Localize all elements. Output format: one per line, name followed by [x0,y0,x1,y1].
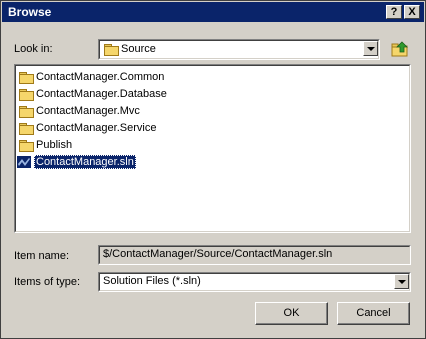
look-in-label: Look in: [14,43,53,55]
chevron-down-icon[interactable] [363,41,378,56]
file-list[interactable]: ContactManager.Common ContactManager.Dat… [14,64,411,233]
list-item-label: ContactManager.sln [34,155,136,169]
items-of-type-dropdown[interactable]: Solution Files (*.sln) [98,272,411,292]
folder-icon [19,89,34,101]
look-in-value: Source [121,43,156,55]
list-item-label: Publish [36,139,73,151]
folder-icon [19,72,34,84]
list-item-label: ContactManager.Mvc [36,105,140,117]
solution-file-icon [17,156,31,168]
title-bar[interactable]: Browse ? X [2,2,424,22]
look-in-dropdown[interactable]: Source [98,39,380,60]
list-item-label: ContactManager.Common [36,71,165,83]
items-of-type-label: Items of type: [14,276,81,288]
folder-icon [19,123,34,135]
cancel-button-label: Cancel [356,307,391,319]
list-item-label: ContactManager.Service [36,122,157,134]
list-item-label: ContactManager.Database [36,88,167,100]
folder-icon [19,106,34,118]
folder-icon [19,140,34,152]
ok-button-label: OK [283,307,300,319]
dialog-title: Browse [8,5,52,19]
close-button[interactable]: X [404,5,420,19]
chevron-down-icon[interactable] [394,274,409,289]
up-one-level-icon[interactable] [391,40,411,58]
cancel-button[interactable]: Cancel [337,302,410,325]
browse-dialog: Browse ? X Look in: Source ContactManage… [0,0,426,339]
item-name-value: $/ContactManager/Source/ContactManager.s… [103,248,333,260]
ok-button[interactable]: OK [255,302,328,325]
item-name-field: $/ContactManager/Source/ContactManager.s… [98,245,411,265]
items-of-type-value: Solution Files (*.sln) [103,275,201,287]
help-button[interactable]: ? [386,5,402,19]
folder-icon [104,44,119,56]
item-name-label: Item name: [14,250,70,262]
